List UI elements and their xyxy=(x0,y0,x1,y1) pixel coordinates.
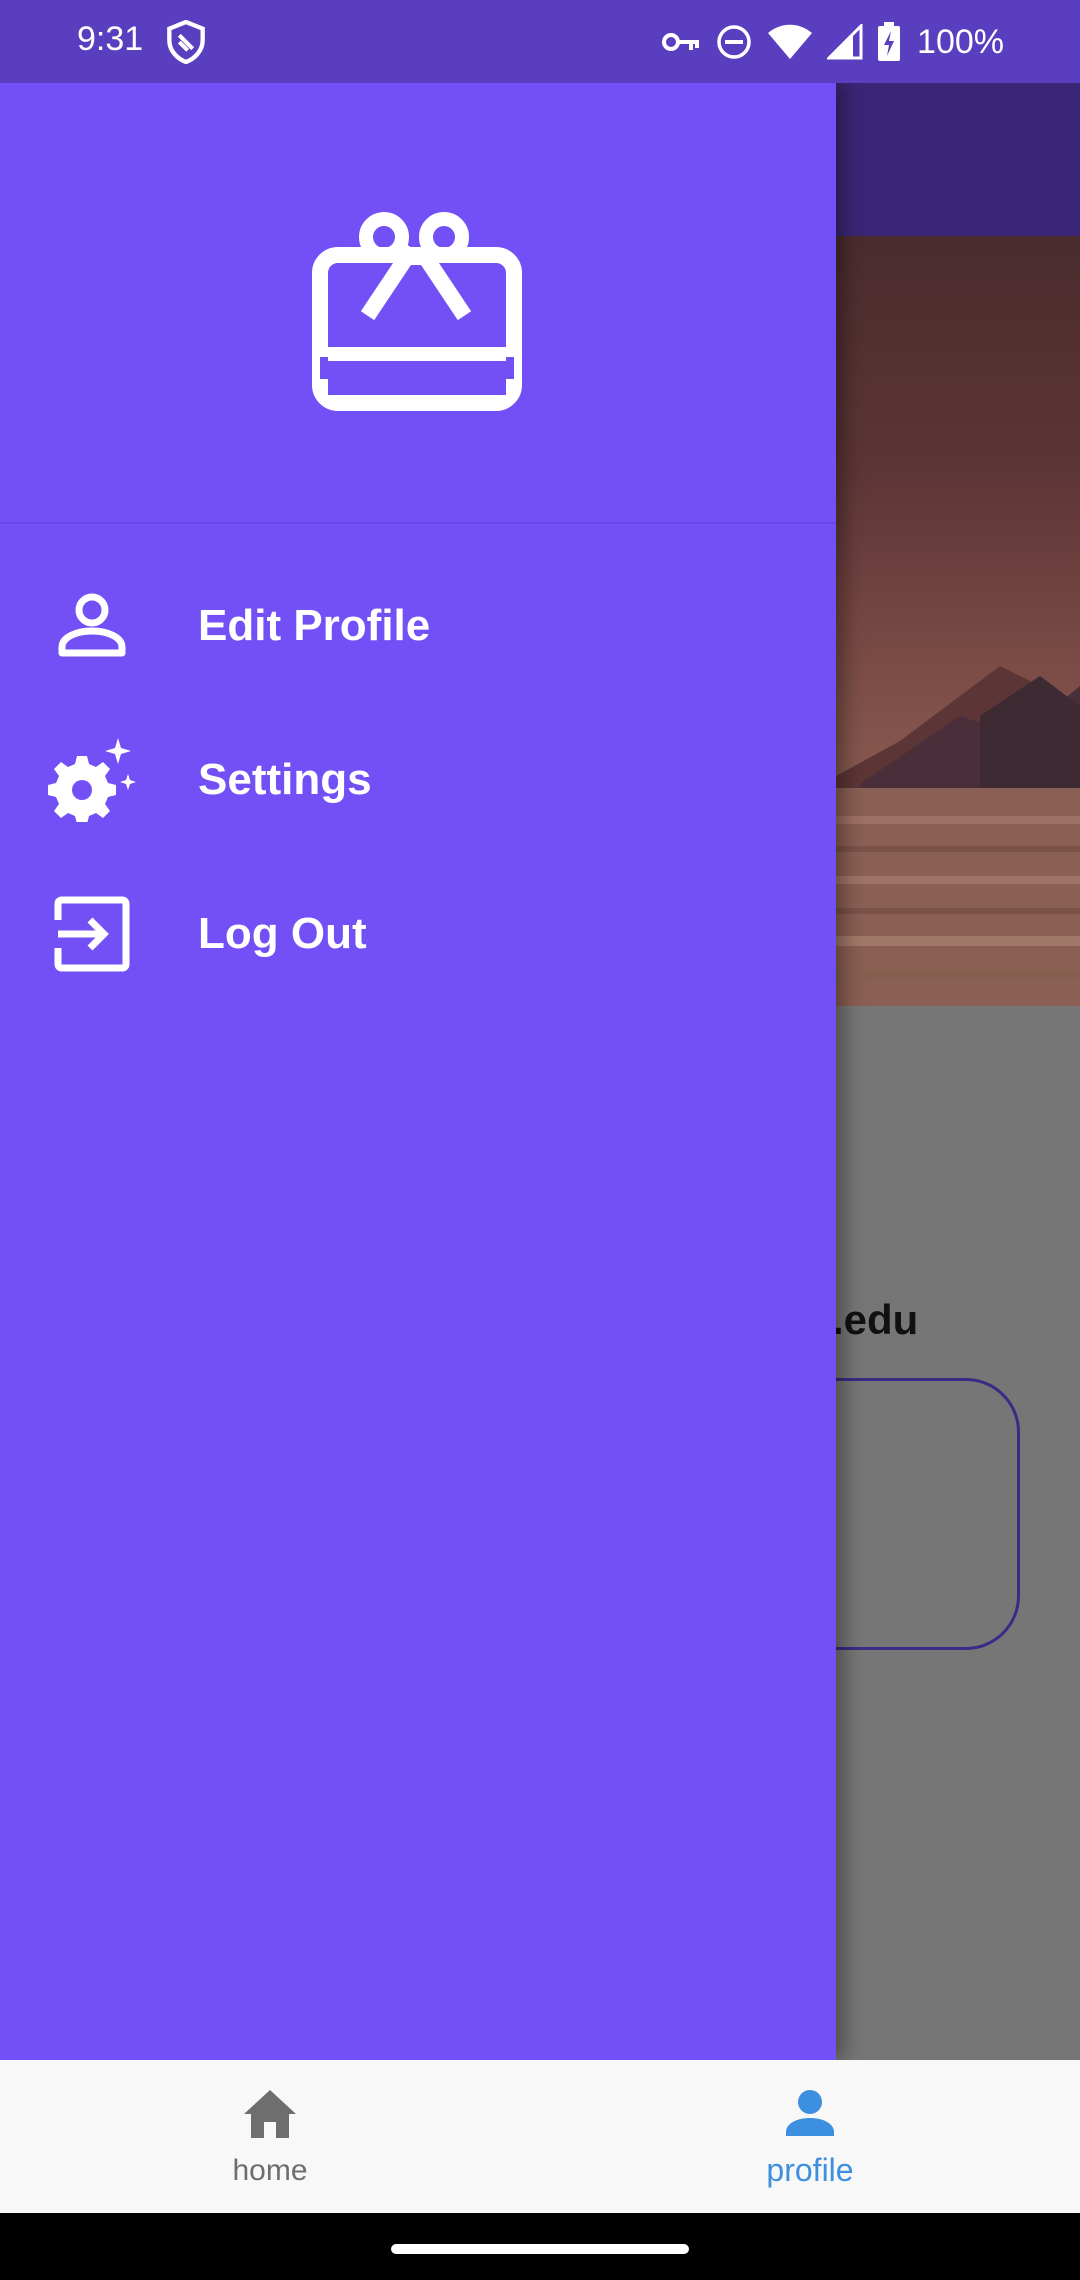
home-icon xyxy=(244,2090,296,2138)
drawer-item-label: Edit Profile xyxy=(198,601,431,650)
settings-sparkle-icon xyxy=(46,734,138,826)
logout-icon xyxy=(46,888,138,980)
background-email-text: .edu xyxy=(832,1296,919,1343)
drawer-item-label: Settings xyxy=(198,755,372,804)
bottom-nav-profile[interactable]: profile xyxy=(540,2060,1080,2213)
drawer-item-settings[interactable]: Settings xyxy=(0,705,836,855)
status-icons: 100% xyxy=(661,16,1004,68)
gift-card-icon xyxy=(312,212,522,411)
screen: .edu 9:31 100% Edit Profile Settings Log… xyxy=(0,0,1080,2280)
bottom-nav-home[interactable]: home xyxy=(0,2060,540,2213)
vpn-key-icon xyxy=(662,33,700,51)
person-icon xyxy=(786,2090,834,2136)
bottom-nav-label: home xyxy=(232,2154,308,2187)
bottom-nav-label: profile xyxy=(766,2152,854,2188)
battery-charging-icon xyxy=(878,22,901,61)
do-not-disturb-icon xyxy=(717,25,751,59)
drawer-item-edit-profile[interactable]: Edit Profile xyxy=(0,551,836,701)
drawer-header xyxy=(0,83,836,524)
drawer-item-label: Log Out xyxy=(198,909,367,958)
bottom-navigation: home profile xyxy=(0,2060,1080,2213)
drawer-item-log-out[interactable]: Log Out xyxy=(0,859,836,1009)
cell-signal-icon xyxy=(827,24,863,60)
system-navigation-bar xyxy=(0,2213,1080,2280)
shield-icon xyxy=(167,20,205,64)
navigation-drawer[interactable]: Edit Profile Settings Log Out xyxy=(0,83,836,2060)
wifi-icon xyxy=(768,24,813,59)
home-gesture-handle[interactable] xyxy=(391,2244,689,2254)
battery-percent: 100% xyxy=(917,22,1004,61)
person-icon xyxy=(46,580,138,672)
status-time: 9:31 xyxy=(77,20,144,58)
status-bar: 9:31 100% xyxy=(0,0,1080,83)
